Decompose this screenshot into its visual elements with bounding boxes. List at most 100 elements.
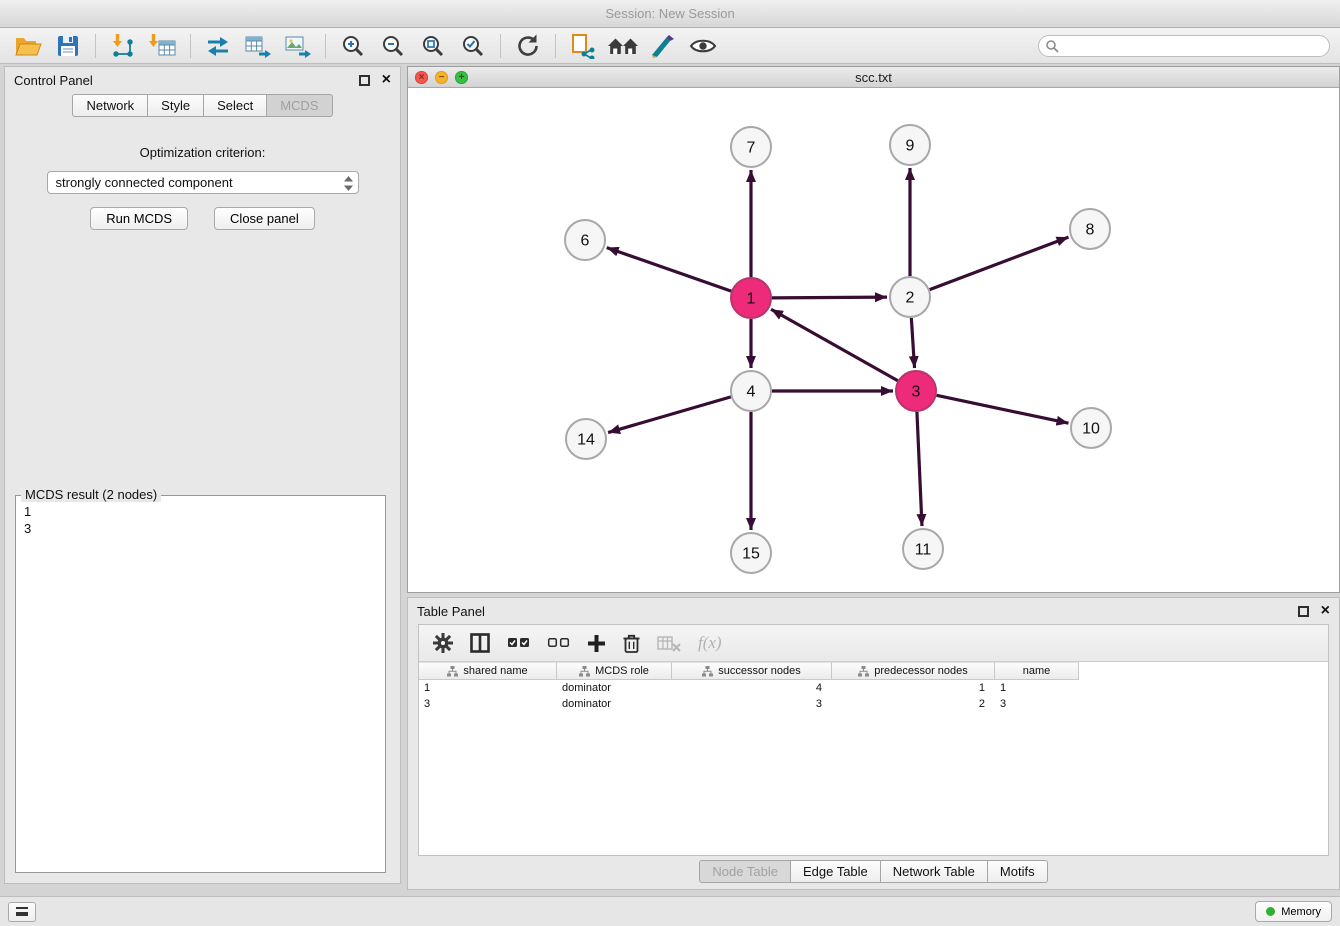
graph-node-label: 8 xyxy=(1086,222,1095,239)
create-column-button[interactable] xyxy=(587,634,606,653)
function-builder-button[interactable]: f(x) xyxy=(698,633,722,653)
attribute-type-icon xyxy=(702,666,713,677)
tab-motifs[interactable]: Motifs xyxy=(988,860,1048,883)
clone-network-icon xyxy=(569,33,597,59)
memory-button[interactable]: Memory xyxy=(1255,901,1332,922)
tab-network[interactable]: Network xyxy=(72,94,148,117)
zoom-fit-button[interactable] xyxy=(415,31,451,61)
column-header-mcds-role[interactable]: MCDS role xyxy=(557,662,672,680)
clone-network-button[interactable] xyxy=(565,31,601,61)
cell-successor-nodes: 3 xyxy=(672,698,832,710)
graph-edge-4-14[interactable] xyxy=(608,397,731,433)
column-header-shared-name[interactable]: shared name xyxy=(419,662,557,680)
zoom-out-button[interactable] xyxy=(375,31,411,61)
graph-node-label: 6 xyxy=(581,233,590,250)
graph-edge-3-10[interactable] xyxy=(937,395,1069,423)
deselect-all-rows-button[interactable] xyxy=(547,636,570,650)
open-file-button[interactable] xyxy=(10,31,46,61)
column-label: MCDS role xyxy=(595,665,649,677)
attribute-type-icon xyxy=(447,666,458,677)
network-window-title: scc.txt xyxy=(855,70,892,85)
cell-name: 3 xyxy=(995,698,1079,710)
gear-icon xyxy=(433,633,453,653)
zoom-in-button[interactable] xyxy=(335,31,371,61)
delete-columns-button[interactable] xyxy=(623,633,640,654)
float-table-panel-button[interactable] xyxy=(1298,606,1309,617)
node-table: f(x) shared name MCDS role xyxy=(418,624,1329,856)
list-icon xyxy=(16,907,28,916)
close-table-panel-button[interactable]: × xyxy=(1321,604,1330,618)
close-window-icon[interactable]: × xyxy=(415,71,428,84)
tab-mcds[interactable]: MCDS xyxy=(267,94,332,117)
control-panel: Control Panel × Network Style Select MCD… xyxy=(4,66,401,884)
tab-select[interactable]: Select xyxy=(204,94,267,117)
minimize-window-icon[interactable]: − xyxy=(435,71,448,84)
zoom-selected-button[interactable] xyxy=(455,31,491,61)
graph-edge-3-1[interactable] xyxy=(771,309,898,380)
mcds-result-line: 3 xyxy=(24,521,31,536)
graph-edge-3-11[interactable] xyxy=(917,412,922,526)
table-panel-title: Table Panel xyxy=(417,604,485,619)
export-network-button[interactable] xyxy=(200,31,236,61)
select-stepper-icon xyxy=(344,176,353,191)
close-panel-button[interactable]: Close panel xyxy=(214,207,315,230)
graph-edge-1-2[interactable] xyxy=(772,297,887,298)
deselect-all-icon xyxy=(547,636,570,650)
paintbrush-icon xyxy=(649,34,677,58)
tab-edge-table[interactable]: Edge Table xyxy=(791,860,881,883)
cell-mcds-role: dominator xyxy=(557,698,672,710)
column-settings-button[interactable] xyxy=(433,633,453,653)
show-columns-button[interactable] xyxy=(470,633,490,653)
table-row[interactable]: 3 dominator 3 2 3 xyxy=(419,696,1328,712)
window-title: Session: New Session xyxy=(605,6,734,21)
export-image-button[interactable] xyxy=(280,31,316,61)
eye-icon xyxy=(689,36,717,56)
export-table-button[interactable] xyxy=(240,31,276,61)
criterion-select[interactable]: strongly connected component xyxy=(47,171,359,194)
column-header-successor-nodes[interactable]: successor nodes xyxy=(672,662,832,680)
column-header-predecessor-nodes[interactable]: predecessor nodes xyxy=(832,662,995,680)
network-canvas[interactable]: 7968124314101511 xyxy=(408,88,1339,592)
delete-table-button[interactable] xyxy=(657,635,681,652)
import-network-icon xyxy=(109,33,137,59)
close-panel-icon-button[interactable]: × xyxy=(382,73,391,87)
cell-mcds-role: dominator xyxy=(557,682,672,694)
window-titlebar: Session: New Session xyxy=(0,0,1340,28)
column-label: shared name xyxy=(463,665,527,677)
tab-style[interactable]: Style xyxy=(148,94,204,117)
graph-node-label: 1 xyxy=(747,291,756,308)
run-mcds-button[interactable]: Run MCDS xyxy=(90,207,188,230)
mcds-result-line: 1 xyxy=(24,504,31,519)
save-session-button[interactable] xyxy=(50,31,86,61)
zoom-window-icon[interactable]: + xyxy=(455,71,468,84)
export-table-icon xyxy=(244,33,272,59)
graph-edge-2-3[interactable] xyxy=(911,318,914,368)
visual-styles-button[interactable] xyxy=(645,31,681,61)
cell-name: 1 xyxy=(995,682,1079,694)
export-network-icon xyxy=(205,33,231,59)
control-panel-tabs: Network Style Select MCDS xyxy=(5,94,400,117)
graph-edge-1-6[interactable] xyxy=(607,248,731,291)
apply-layout-button[interactable] xyxy=(510,31,546,61)
show-panels-menu-button[interactable] xyxy=(8,902,36,922)
show-hide-graphics-button[interactable] xyxy=(685,31,721,61)
tab-network-table[interactable]: Network Table xyxy=(881,860,988,883)
graph-node-label: 11 xyxy=(915,542,932,559)
refresh-icon xyxy=(515,33,541,59)
save-icon xyxy=(56,34,80,58)
plus-icon xyxy=(587,634,606,653)
control-panel-title: Control Panel xyxy=(14,73,93,88)
select-all-rows-button[interactable] xyxy=(507,636,530,650)
graph-node-label: 15 xyxy=(742,546,760,563)
column-header-name[interactable]: name xyxy=(995,662,1079,680)
tab-node-table[interactable]: Node Table xyxy=(699,860,791,883)
float-panel-button[interactable] xyxy=(359,75,370,86)
first-neighbors-button[interactable] xyxy=(605,31,641,61)
import-network-button[interactable] xyxy=(105,31,141,61)
table-row[interactable]: 1 dominator 4 1 1 xyxy=(419,680,1328,696)
import-table-button[interactable] xyxy=(145,31,181,61)
column-label: name xyxy=(1023,665,1051,677)
search-input[interactable] xyxy=(1038,35,1330,57)
graph-edge-2-8[interactable] xyxy=(930,237,1069,289)
network-window-titlebar[interactable]: × − + scc.txt xyxy=(408,67,1339,88)
